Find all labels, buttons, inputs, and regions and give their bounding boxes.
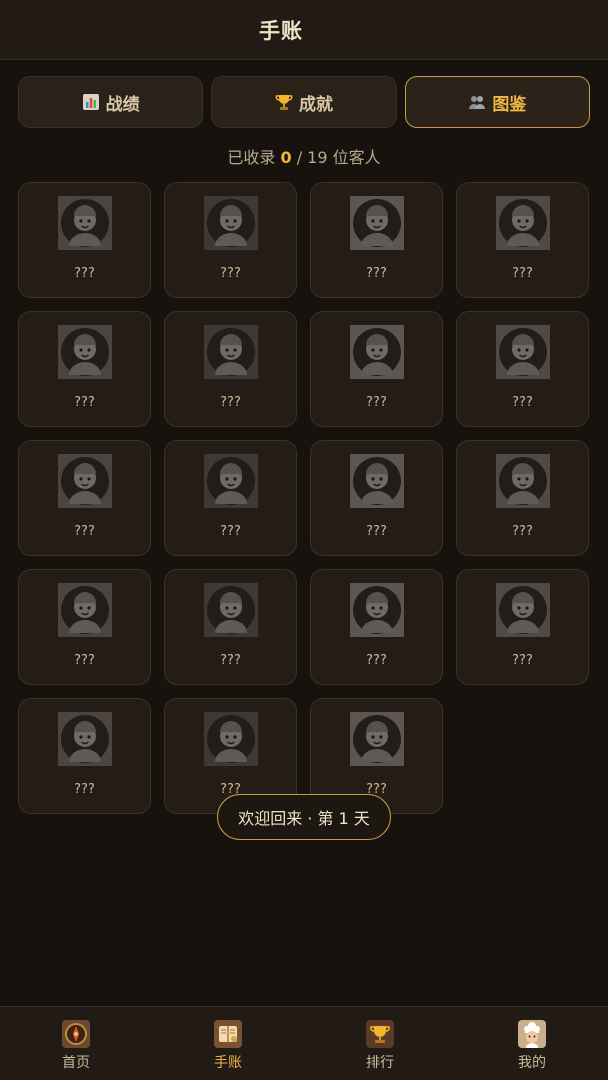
bar-chart-icon: [82, 93, 100, 111]
guest-name: ???: [512, 266, 533, 281]
guest-card[interactable]: ???: [456, 311, 589, 427]
collection-count: 已收录 0 / 19 位客人: [0, 144, 608, 168]
guest-name: ???: [512, 524, 533, 539]
nav-leaderboard[interactable]: 排行: [304, 1007, 456, 1080]
nav-profile-label: 我的: [518, 1055, 546, 1071]
toast-text: 欢迎回来 · 第 1 天: [238, 809, 370, 828]
guest-card[interactable]: ???: [310, 440, 443, 556]
nav-notebook-label: 手账: [214, 1055, 242, 1071]
tab-stats[interactable]: 战绩: [18, 76, 204, 128]
guest-card[interactable]: ???: [164, 440, 297, 556]
bald-beard-man-portrait-icon: [203, 583, 258, 637]
guest-card[interactable]: ???: [18, 311, 151, 427]
count-separator: /: [296, 148, 303, 167]
sunglasses-man-portrait-icon: [203, 325, 258, 379]
count-prefix: 已收录: [227, 148, 276, 167]
mohawk-kid-portrait-icon: [349, 454, 404, 508]
long-hair-woman-portrait-icon: [349, 583, 404, 637]
nav-profile[interactable]: 我的: [456, 1007, 608, 1080]
guest-card[interactable]: ???: [164, 569, 297, 685]
guest-card[interactable]: ???: [164, 311, 297, 427]
guest-card[interactable]: ???: [164, 182, 297, 298]
guest-name: ???: [366, 266, 387, 281]
home-compass-icon: [62, 1020, 90, 1048]
pigtails-girl-portrait-icon: [57, 583, 112, 637]
guest-name: ???: [74, 782, 95, 797]
guest-card[interactable]: ???: [456, 569, 589, 685]
guest-card[interactable]: ???: [310, 311, 443, 427]
leaderboard-trophy-icon: [366, 1020, 394, 1048]
cap-grandpa-portrait-icon: [349, 196, 404, 250]
soldier-portrait-icon: [57, 712, 112, 766]
guest-card[interactable]: ???: [18, 698, 151, 814]
app-header: 手账: [0, 0, 608, 60]
guest-name: ???: [220, 266, 241, 281]
guest-card[interactable]: ???: [18, 182, 151, 298]
chef-avatar-icon: [518, 1020, 546, 1048]
tab-stats-label: 战绩: [105, 94, 140, 115]
guest-name: ???: [366, 395, 387, 410]
nav-home-label: 首页: [62, 1055, 90, 1071]
guest-name: ???: [220, 524, 241, 539]
tab-achievements[interactable]: 成就: [211, 76, 397, 128]
scarf-elder-portrait-icon: [349, 712, 404, 766]
young-man-portrait-icon: [203, 454, 258, 508]
courier-man-portrait-icon: [57, 454, 112, 508]
guest-grid: ????????????????????????????????????????…: [18, 182, 590, 814]
bun-granny-portrait-icon: [57, 325, 112, 379]
count-collected: 0: [280, 148, 292, 167]
glasses-woman-portrait-icon: [203, 196, 258, 250]
guest-name: ???: [512, 395, 533, 410]
trophy-icon: [275, 93, 293, 111]
tab-achievements-label: 成就: [298, 94, 333, 115]
guest-name: ???: [220, 653, 241, 668]
bearded-grandpa-portrait-icon: [495, 196, 550, 250]
guest-card[interactable]: ???: [18, 440, 151, 556]
guest-card[interactable]: ???: [310, 182, 443, 298]
helmet-worker-portrait-icon: [349, 325, 404, 379]
guest-name: ???: [366, 524, 387, 539]
guest-card[interactable]: ???: [456, 440, 589, 556]
welcome-toast: 欢迎回来 · 第 1 天: [217, 794, 391, 840]
headband-auntie-portrait-icon: [495, 325, 550, 379]
bald-elder-portrait-icon: [57, 196, 112, 250]
notebook-icon: [214, 1020, 242, 1048]
guest-name: ???: [74, 266, 95, 281]
cowboy-portrait-icon: [495, 454, 550, 508]
guest-card[interactable]: ???: [456, 182, 589, 298]
officer-portrait-icon: [495, 583, 550, 637]
page-title: 手账: [259, 18, 303, 43]
nav-home[interactable]: 首页: [0, 1007, 152, 1080]
guest-card[interactable]: ???: [18, 569, 151, 685]
bottom-nav: 首页 手账 排行 我的: [0, 1006, 608, 1080]
guest-card[interactable]: ???: [310, 569, 443, 685]
nav-leaderboard-label: 排行: [366, 1055, 394, 1071]
guest-name: ???: [366, 653, 387, 668]
guest-name: ???: [74, 524, 95, 539]
waving-worker-portrait-icon: [203, 712, 258, 766]
tab-collection-label: 图鉴: [492, 94, 527, 115]
tab-bar: 战绩 成就 图鉴: [18, 76, 590, 128]
count-total: 19: [307, 148, 328, 167]
nav-notebook[interactable]: 手账: [152, 1007, 304, 1080]
guest-name: ???: [74, 395, 95, 410]
guest-name: ???: [74, 653, 95, 668]
guest-name: ???: [220, 395, 241, 410]
count-suffix: 位客人: [332, 148, 381, 167]
guest-name: ???: [512, 653, 533, 668]
tab-collection[interactable]: 图鉴: [404, 76, 590, 128]
people-icon: [468, 93, 486, 111]
